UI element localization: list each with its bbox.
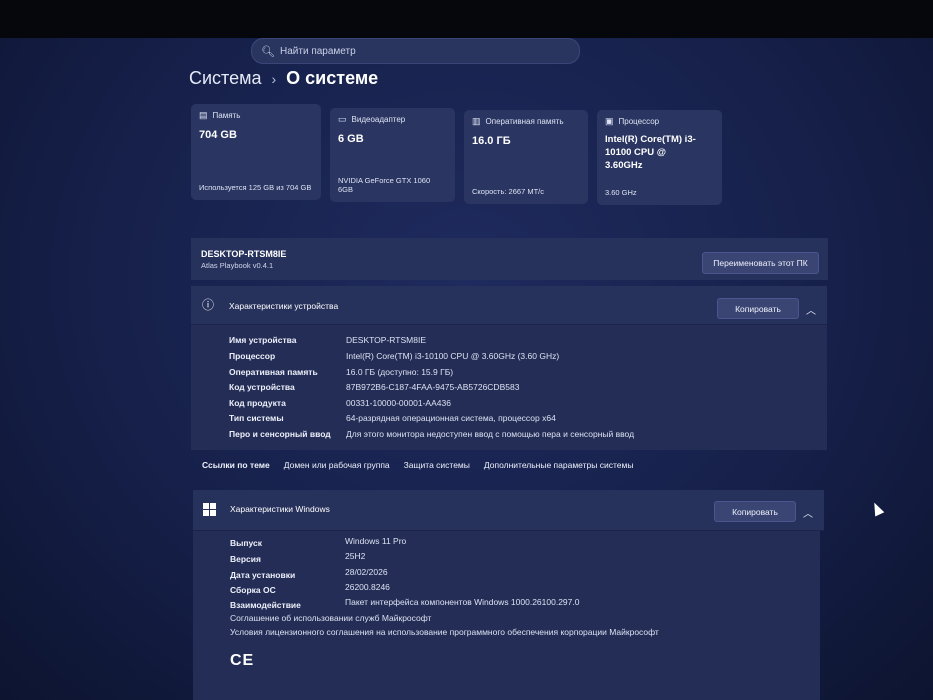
spec-label: Взаимодействие xyxy=(230,600,301,610)
link-advanced-settings[interactable]: Дополнительные параметры системы xyxy=(484,460,634,470)
card-title: Оперативная память xyxy=(485,117,564,126)
card-storage[interactable]: ▤ Память 704 GB Используется 125 GB из 70… xyxy=(191,104,321,200)
card-sub: Скорость: 2667 МТ/с xyxy=(472,187,544,196)
card-title: Видеоадаптер xyxy=(351,115,406,124)
spec-label: Перо и сенсорный ввод xyxy=(229,429,331,439)
card-sub: NVIDIA GeForce GTX 1060 6GB xyxy=(338,176,431,194)
card-value: 16.0 ГБ xyxy=(472,135,511,147)
ram-icon: ▥ xyxy=(472,116,481,126)
related-links: Ссылки по теме Домен или рабочая группа … xyxy=(202,460,633,470)
card-sub: 3.60 GHz xyxy=(605,188,637,197)
ce-mark-icon: CE xyxy=(230,652,255,669)
spec-value: Intel(R) Core(TM) i3-10100 CPU @ 3.60GHz… xyxy=(346,351,560,361)
card-ram[interactable]: ▥ Оперативная память 16.0 ГБ Скорость: 26… xyxy=(464,110,588,204)
chevron-up-icon[interactable]: ︿ xyxy=(803,505,813,520)
spec-label: Дата установки xyxy=(230,570,296,580)
spec-value: Windows 11 Pro xyxy=(345,536,407,546)
card-title: Память xyxy=(212,111,241,120)
card-gpu[interactable]: ▭ Видеоадаптер 6 GB NVIDIA GeForce GTX 10… xyxy=(330,108,455,202)
related-links-label: Ссылки по теме xyxy=(202,460,270,470)
card-value: Intel(R) Core(TM) i3-10100 CPU @ 3.60GHz xyxy=(605,134,696,171)
card-value: 6 GB xyxy=(338,133,364,145)
device-name: DESKTOP-RTSM8IE xyxy=(201,249,287,259)
card-value: 704 GB xyxy=(199,129,237,141)
breadcrumb: Система › О системе xyxy=(189,68,378,89)
spec-value: 87B972B6-C187-4FAA-9475-AB5726CDB583 xyxy=(346,382,520,392)
windows-logo-icon xyxy=(203,503,216,516)
link-services-agreement[interactable]: Соглашение об использовании служб Майкро… xyxy=(230,613,431,623)
mouse-cursor-icon xyxy=(869,500,885,517)
breadcrumb-separator: › xyxy=(271,70,277,87)
card-cpu[interactable]: ▣ Процессор Intel(R) Core(TM) i3-10100 CP… xyxy=(597,110,722,205)
chevron-up-icon[interactable]: ︿ xyxy=(806,302,816,317)
top-dark-band xyxy=(0,0,933,38)
breadcrumb-parent[interactable]: Система xyxy=(189,68,262,89)
rename-pc-button[interactable]: Переименовать этот ПК xyxy=(702,252,819,274)
spec-value: 26200.8246 xyxy=(345,582,390,592)
link-domain-workgroup[interactable]: Домен или рабочая группа xyxy=(284,460,390,470)
link-system-protection[interactable]: Защита системы xyxy=(404,460,470,470)
cpu-icon: ▣ xyxy=(605,116,614,126)
card-sub: Используется 125 GB из 704 GB xyxy=(199,183,312,192)
page-title: О системе xyxy=(286,68,379,88)
spec-label: Выпуск xyxy=(230,538,263,548)
storage-icon: ▤ xyxy=(199,110,208,120)
spec-value: 64-разрядная операционная система, проце… xyxy=(346,413,556,423)
spec-value: 00331-10000-00001-AA436 xyxy=(346,398,451,408)
spec-label: Оперативная память xyxy=(229,367,318,377)
spec-value: 25H2 xyxy=(345,551,366,561)
spec-label: Сборка ОС xyxy=(230,585,276,595)
search-box[interactable]: 🔍︎ Найти параметр xyxy=(251,38,580,64)
spec-label: Код устройства xyxy=(229,382,295,392)
spec-label: Имя устройства xyxy=(229,335,297,345)
spec-value: Пакет интерфейса компонентов Windows 100… xyxy=(345,597,580,607)
spec-label: Тип системы xyxy=(229,413,284,423)
device-specs-title: Характеристики устройства xyxy=(229,301,339,311)
spec-label: Процессор xyxy=(229,351,276,361)
spec-label: Версия xyxy=(230,554,261,564)
card-title: Процессор xyxy=(618,117,660,126)
info-icon: ⓘ xyxy=(202,298,215,312)
spec-value: 28/02/2026 xyxy=(345,567,388,577)
spec-value: Для этого монитора недоступен ввод с пом… xyxy=(346,429,635,439)
link-license-terms[interactable]: Условия лицензионного соглашения на испо… xyxy=(230,627,659,637)
spec-value: 16.0 ГБ (доступно: 15.9 ГБ) xyxy=(346,367,454,377)
search-input[interactable]: Найти параметр xyxy=(280,46,356,57)
gpu-icon: ▭ xyxy=(338,114,347,124)
copy-device-specs-button[interactable]: Копировать xyxy=(717,298,799,319)
spec-value: DESKTOP-RTSM8IE xyxy=(346,335,426,345)
copy-windows-specs-button[interactable]: Копировать xyxy=(714,501,796,522)
device-subtitle: Atlas Playbook v0.4.1 xyxy=(201,261,274,270)
search-icon: 🔍︎ xyxy=(261,45,275,58)
windows-specs-title: Характеристики Windows xyxy=(230,504,330,514)
spec-label: Код продукта xyxy=(229,398,286,408)
